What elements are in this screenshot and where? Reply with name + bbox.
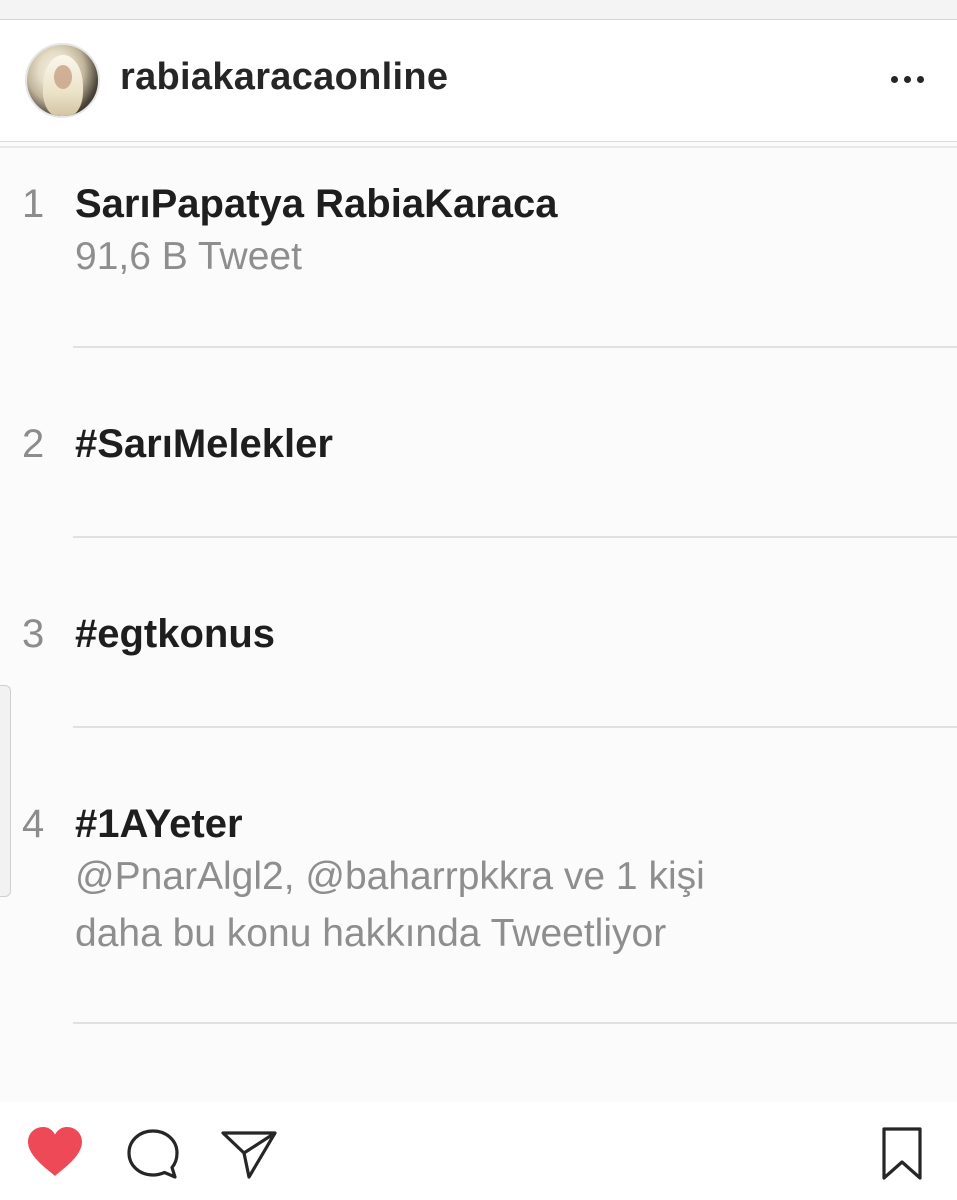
avatar[interactable]	[25, 43, 100, 118]
action-bar	[0, 1102, 957, 1200]
post-image[interactable]: 1 SarıPapatya RabiaKaraca 91,6 B Tweet 2…	[0, 142, 957, 1102]
trend-rank: 1	[22, 182, 45, 226]
trend-name: SarıPapatya RabiaKaraca	[75, 182, 558, 226]
dot	[916, 75, 924, 83]
more-options-icon[interactable]	[884, 64, 930, 94]
trend-rank: 4	[22, 802, 45, 846]
dot	[903, 75, 911, 83]
trend-name: #SarıMelekler	[75, 422, 333, 466]
trend-name: #egtkonus	[75, 612, 276, 656]
trend-rank: 2	[22, 422, 45, 466]
divider	[73, 346, 957, 348]
divider	[73, 536, 957, 538]
divider	[73, 1022, 957, 1024]
trend-meta-line: @PnarAlgl2, @baharrpkkra ve 1 kişi	[75, 855, 705, 898]
side-handle	[0, 685, 11, 897]
status-strip	[0, 0, 957, 20]
trend-name: #1AYeter	[75, 802, 243, 846]
paper-plane-icon[interactable]	[220, 1128, 278, 1180]
username[interactable]: rabiakaracaonline	[120, 56, 448, 99]
trend-rank: 3	[22, 612, 45, 656]
trend-meta-line: daha bu konu hakkında Tweetliyor	[75, 912, 667, 955]
divider	[73, 726, 957, 728]
dot	[890, 75, 898, 83]
comment-bubble-icon[interactable]	[126, 1128, 180, 1180]
avatar-face-shape	[54, 65, 72, 89]
trend-meta-line: 91,6 B Tweet	[75, 235, 302, 278]
bookmark-icon[interactable]	[881, 1126, 923, 1182]
heart-icon[interactable]	[26, 1126, 84, 1178]
post-header: rabiakaracaonline	[0, 20, 957, 142]
separator-line	[0, 146, 957, 148]
